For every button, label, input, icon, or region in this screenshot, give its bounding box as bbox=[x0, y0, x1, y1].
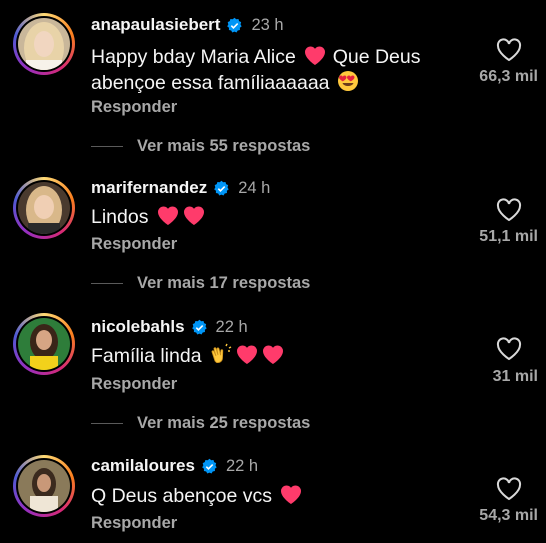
verified-badge-icon bbox=[227, 17, 243, 32]
view-more-replies-label[interactable]: Ver mais 55 respostas bbox=[137, 137, 310, 156]
verified-badge-icon bbox=[214, 180, 229, 195]
comment-text: Q Deus abençoe vcs bbox=[91, 483, 451, 509]
username[interactable]: anapaulasiebert bbox=[91, 15, 220, 35]
timestamp: 22 h bbox=[215, 317, 248, 336]
timestamp: 22 h bbox=[225, 456, 259, 475]
clapping-hands-icon bbox=[211, 343, 232, 364]
avatar[interactable] bbox=[13, 313, 75, 375]
heart-outline-icon[interactable] bbox=[496, 38, 522, 62]
avatar[interactable] bbox=[13, 455, 75, 517]
pink-heart-icon bbox=[183, 206, 204, 225]
comment-text: Lindos bbox=[91, 204, 451, 230]
timestamp: 23 h bbox=[251, 15, 284, 34]
pink-heart-icon bbox=[305, 46, 326, 65]
like-count: 31 mil bbox=[492, 368, 538, 385]
like-count: 51,1 mil bbox=[479, 228, 538, 245]
heart-eyes-icon bbox=[337, 71, 358, 91]
avatar[interactable] bbox=[13, 13, 75, 75]
view-more-replies[interactable]: Ver mais 17 respostas bbox=[91, 274, 310, 293]
username[interactable]: camilaloures bbox=[91, 456, 195, 476]
heart-outline-icon[interactable] bbox=[496, 198, 522, 222]
reply-button[interactable]: Responder bbox=[91, 98, 177, 117]
verified-badge-icon bbox=[191, 319, 207, 334]
view-more-replies-label[interactable]: Ver mais 17 respostas bbox=[137, 274, 310, 293]
verified-badge-icon bbox=[202, 458, 217, 473]
username[interactable]: marifernandez bbox=[91, 178, 207, 198]
heart-outline-icon[interactable] bbox=[496, 337, 522, 361]
timestamp: 24 h bbox=[238, 178, 271, 197]
pink-heart-icon bbox=[262, 345, 283, 364]
username[interactable]: nicolebahls bbox=[91, 317, 185, 337]
view-more-replies[interactable]: Ver mais 55 respostas bbox=[91, 137, 310, 156]
pink-heart-icon bbox=[281, 485, 302, 504]
avatar[interactable] bbox=[13, 177, 75, 239]
divider-line bbox=[91, 146, 123, 147]
reply-button[interactable]: Responder bbox=[91, 375, 177, 394]
divider-line bbox=[91, 423, 123, 424]
pink-heart-icon bbox=[157, 206, 178, 225]
heart-outline-icon[interactable] bbox=[496, 477, 522, 501]
view-more-replies-label[interactable]: Ver mais 25 respostas bbox=[137, 414, 310, 433]
like-count: 54,3 mil bbox=[479, 507, 538, 524]
like-count: 66,3 mil bbox=[479, 68, 538, 85]
comment-text: Happy bday Maria Alice Que Deus abençoe … bbox=[91, 46, 421, 94]
comment-text: Família linda bbox=[91, 343, 451, 369]
pink-heart-icon bbox=[236, 345, 257, 364]
reply-button[interactable]: Responder bbox=[91, 235, 177, 254]
reply-button[interactable]: Responder bbox=[91, 514, 177, 533]
view-more-replies[interactable]: Ver mais 25 respostas bbox=[91, 414, 310, 433]
divider-line bbox=[91, 283, 123, 284]
